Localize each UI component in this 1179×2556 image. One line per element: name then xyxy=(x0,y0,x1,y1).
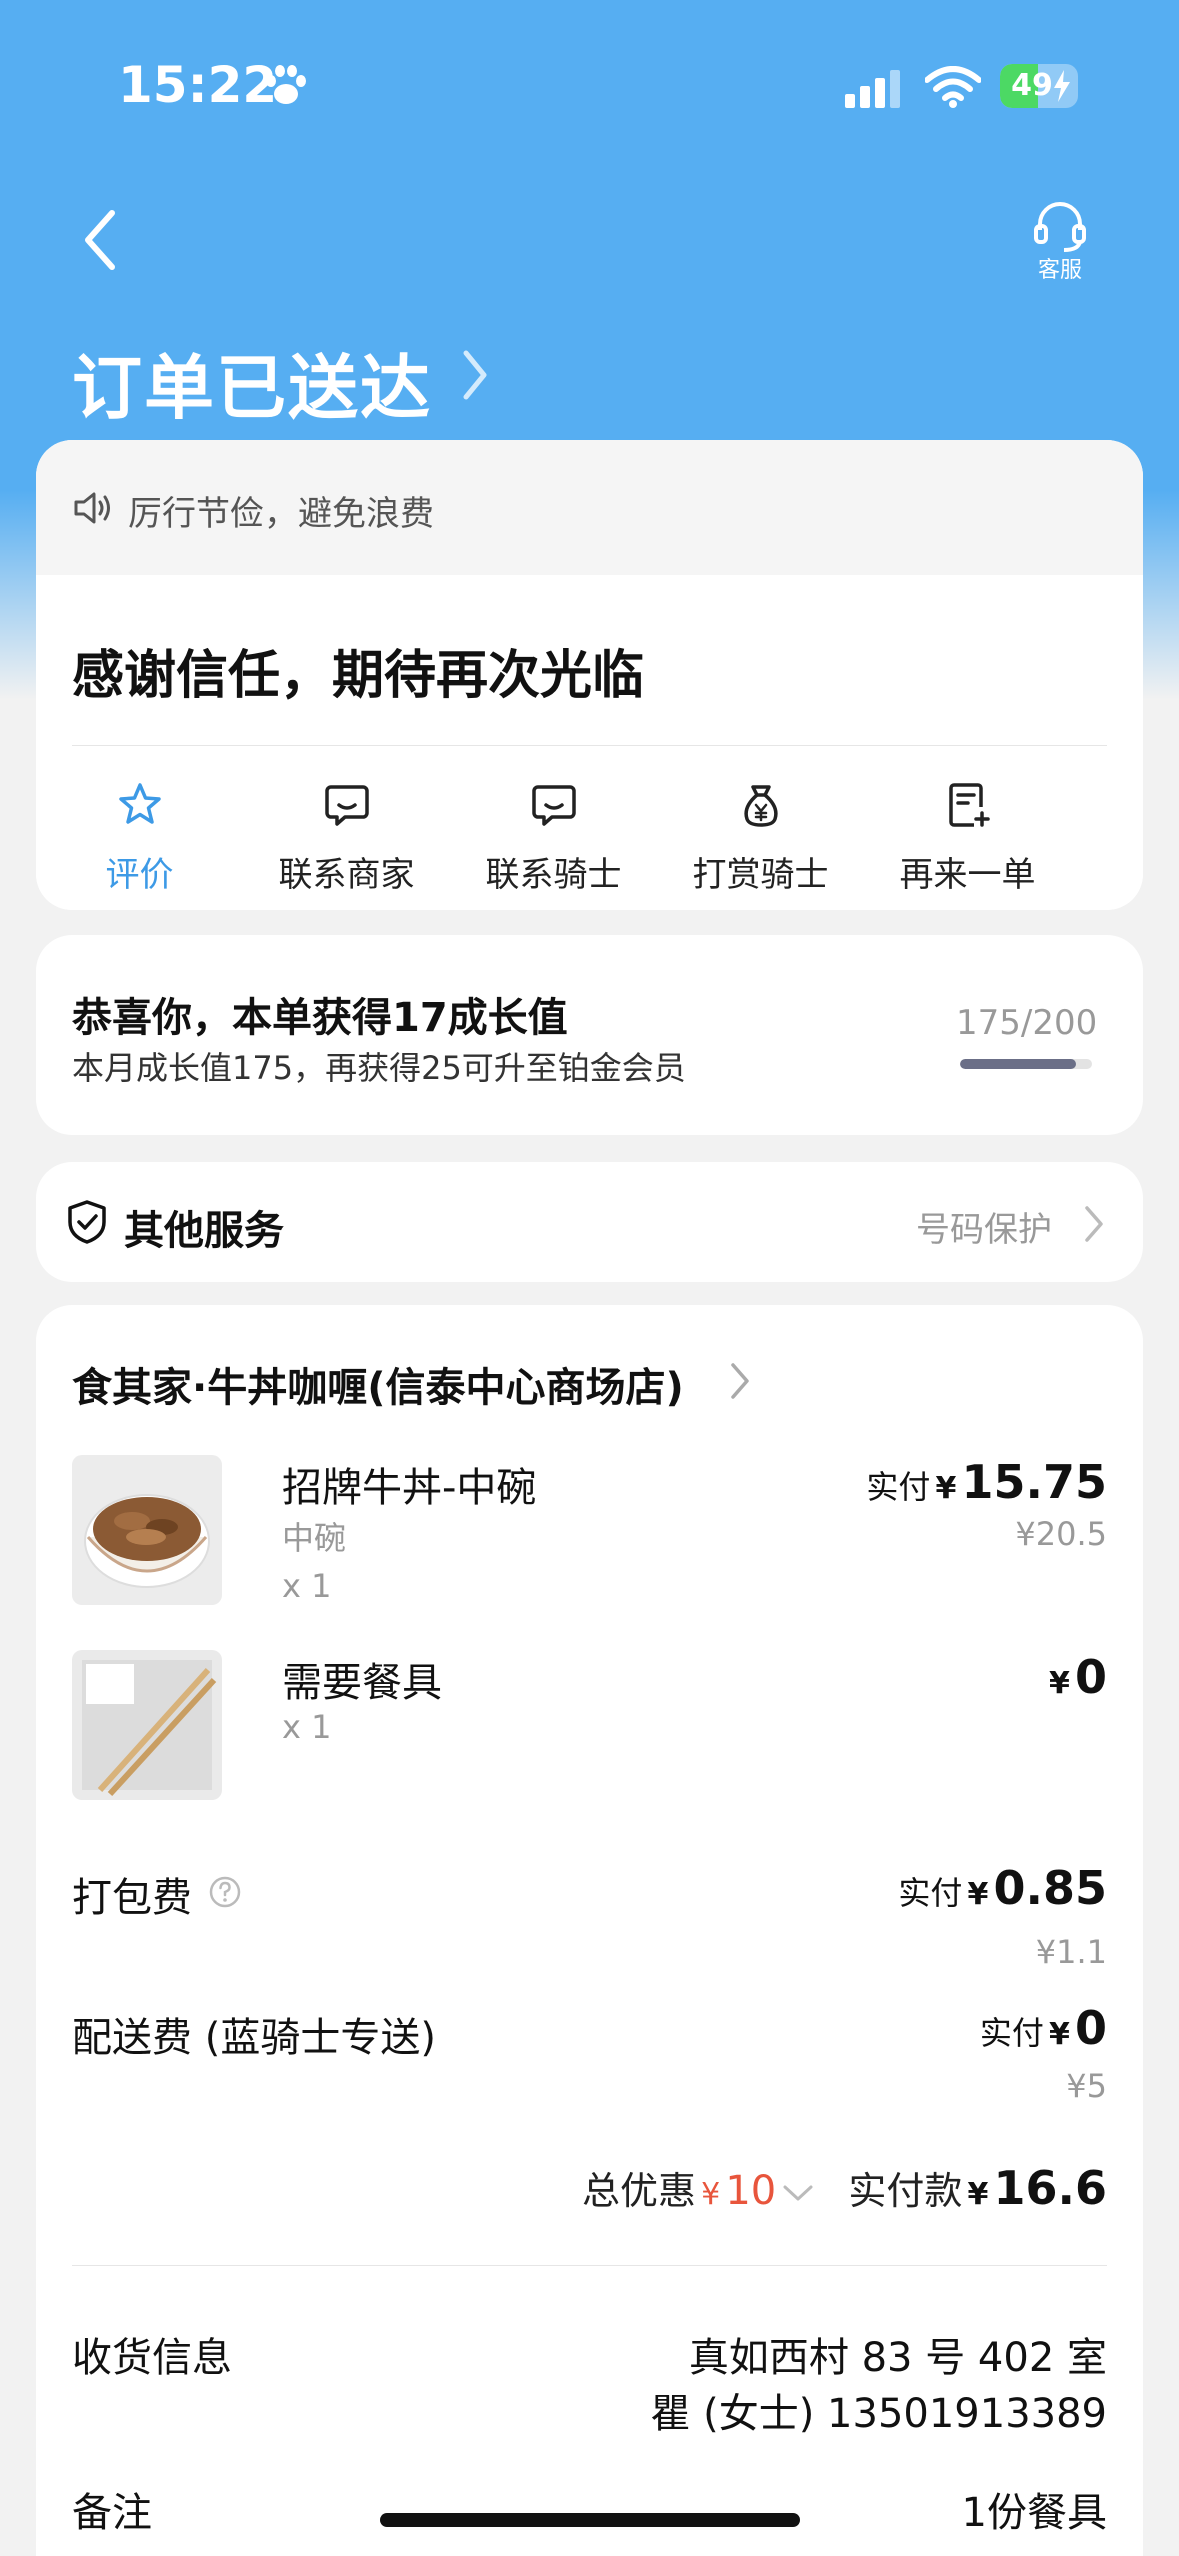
order-item[interactable]: 需要餐具 x 1 ¥ 0 xyxy=(72,1650,1107,1810)
delivery-address: 真如西村 83 号 402 室 xyxy=(688,2335,1107,2381)
original-price: ¥5 xyxy=(1066,2067,1107,2105)
customer-service-label: 客服 xyxy=(1037,258,1082,283)
contact-merchant-label: 联系商家 xyxy=(278,855,415,895)
back-button[interactable] xyxy=(80,205,140,285)
discount-label: 总优惠 xyxy=(582,2169,697,2213)
contact-rider-button[interactable]: 联系骑士 xyxy=(450,755,657,905)
reorder-button[interactable]: 再来一单 xyxy=(864,755,1071,905)
packing-fee-row: 打包费 实付 ¥ 0.85 ¥1.1 xyxy=(72,1861,1107,1981)
item-quantity: x 1 xyxy=(282,1708,332,1746)
home-indicator[interactable] xyxy=(380,2513,800,2527)
item-price: 实付 ¥ 15.75 xyxy=(866,1455,1107,1509)
currency-symbol: ¥ xyxy=(935,1471,957,1506)
tip-rider-label: 打赏骑士 xyxy=(692,855,829,895)
reorder-icon xyxy=(949,783,990,827)
charging-bolt-icon xyxy=(1054,70,1070,102)
star-icon xyxy=(119,783,161,824)
thanks-section: 感谢信任，期待再次光临 评价 联系商家 联系骑士 打赏骑士 再来一单 xyxy=(36,575,1143,910)
chat-icon xyxy=(325,785,369,826)
delivery-info-label: 收货信息 xyxy=(72,2335,232,2381)
chevron-right-icon[interactable] xyxy=(728,1361,752,1401)
currency-symbol: ¥ xyxy=(1049,1666,1070,1701)
total-paid-amount: 16.6 xyxy=(993,2161,1108,2215)
status-bar: 15:22 49 xyxy=(0,0,1179,170)
paid-label: 实付 xyxy=(898,1874,963,1912)
notice-banner: 厉行节俭，避免浪费 xyxy=(36,440,1143,575)
growth-title: 恭喜你，本单获得17成长值 xyxy=(72,995,568,1041)
chevron-right-icon xyxy=(1085,1206,1103,1242)
original-price: ¥20.5 xyxy=(1015,1515,1107,1553)
notice-text: 厉行节俭，避免浪费 xyxy=(128,494,434,534)
growth-progress-text: 175/200 xyxy=(956,1003,1098,1043)
paid-amount: 0 xyxy=(1074,1650,1107,1704)
item-quantity: x 1 xyxy=(282,1567,332,1605)
chevron-right-icon[interactable] xyxy=(460,345,490,405)
beef-bowl-image xyxy=(72,1455,222,1605)
contact-rider-label: 联系骑士 xyxy=(485,855,622,895)
growth-card[interactable]: 恭喜你，本单获得17成长值 本月成长值175，再获得25可升至铂金会员 175/… xyxy=(36,935,1143,1135)
battery-icon: 49 xyxy=(1000,64,1078,108)
money-bag-icon xyxy=(744,785,778,827)
chat-icon xyxy=(532,785,576,826)
speaker-icon xyxy=(74,492,110,524)
customer-service-button[interactable]: 客服 xyxy=(1020,200,1100,290)
order-detail-card: 食其家·牛丼咖喱(信泰中心商场店) 招牌牛丼-中碗 中碗 x 1 实付 ¥ 15… xyxy=(36,1305,1143,2556)
order-status-title[interactable]: 订单已送达 xyxy=(72,332,432,433)
tip-rider-button[interactable]: 打赏骑士 xyxy=(657,755,864,905)
growth-progress-fill xyxy=(960,1059,1077,1069)
wifi-icon xyxy=(925,66,981,108)
discount-currency: ¥ xyxy=(701,2177,721,2212)
divider xyxy=(72,745,1107,746)
tableware-image xyxy=(72,1650,222,1800)
action-bar: 评价 联系商家 联系骑士 打赏骑士 再来一单 xyxy=(36,755,1143,905)
paid-label: 实付 xyxy=(979,2014,1044,2052)
paid-amount: 0 xyxy=(1074,2001,1107,2055)
remark-label: 备注 xyxy=(72,2490,152,2536)
growth-progress-bar xyxy=(960,1059,1092,1069)
paid-amount: 15.75 xyxy=(961,1455,1107,1509)
total-currency: ¥ xyxy=(967,2177,989,2212)
rate-label: 评价 xyxy=(105,855,174,895)
phone-protection-link[interactable]: 号码保护 xyxy=(916,1202,1052,1251)
currency-symbol: ¥ xyxy=(967,1877,989,1912)
shield-icon xyxy=(68,1200,106,1244)
order-totals: 总优惠 ¥ 10 实付款 ¥ 16.6 xyxy=(582,2160,1107,2215)
reorder-label: 再来一单 xyxy=(899,855,1036,895)
contact-merchant-button[interactable]: 联系商家 xyxy=(243,755,450,905)
store-name[interactable]: 食其家·牛丼咖喱(信泰中心商场店) xyxy=(72,1355,684,1413)
packing-fee-label: 打包费 xyxy=(72,1875,192,1921)
chevron-left-icon xyxy=(85,210,115,270)
help-icon[interactable] xyxy=(208,1875,242,1909)
order-summary-card: 厉行节俭，避免浪费 感谢信任，期待再次光临 评价 联系商家 联系骑士 打赏骑士 … xyxy=(36,440,1143,910)
paid-amount: 0.85 xyxy=(993,1861,1108,1915)
delivery-fee-label: 配送费 (蓝骑士专送) xyxy=(72,2015,436,2061)
item-price: ¥ 0 xyxy=(1049,1650,1107,1704)
paw-icon xyxy=(266,65,306,104)
delivery-contact: 瞿 (女士) 13501913389 xyxy=(650,2391,1107,2437)
discount-toggle[interactable]: 总优惠 ¥ 10 xyxy=(582,2168,820,2214)
item-spec: 中碗 xyxy=(282,1519,347,1557)
currency-symbol: ¥ xyxy=(1049,2017,1070,2052)
item-name: 需要餐具 xyxy=(282,1660,442,1706)
rate-button[interactable]: 评价 xyxy=(36,755,243,905)
other-services-card[interactable]: 其他服务 号码保护 xyxy=(36,1162,1143,1282)
discount-amount: 10 xyxy=(725,2168,777,2214)
headset-icon xyxy=(1034,202,1086,252)
delivery-fee-price: 实付 ¥ 0 xyxy=(980,2001,1107,2055)
growth-subtitle: 本月成长值175，再获得25可升至铂金会员 xyxy=(72,1049,686,1087)
thanks-message: 感谢信任，期待再次光临 xyxy=(72,646,645,706)
order-item[interactable]: 招牌牛丼-中碗 中碗 x 1 实付 ¥ 15.75 ¥20.5 xyxy=(72,1455,1107,1615)
delivery-fee-row: 配送费 (蓝骑士专送) 实付 ¥ 0 ¥5 xyxy=(72,2001,1107,2121)
paid-label: 实付 xyxy=(866,1468,931,1506)
original-price: ¥1.1 xyxy=(1035,1933,1107,1971)
divider xyxy=(72,2265,1107,2266)
total-paid-label: 实付款 xyxy=(848,2169,963,2213)
chevron-down-icon xyxy=(783,2185,813,2201)
other-services-title: 其他服务 xyxy=(124,1208,284,1254)
remark-value: 1份餐具 xyxy=(961,2490,1107,2536)
status-time: 15:22 xyxy=(118,56,278,114)
packing-fee-price: 实付 ¥ 0.85 xyxy=(898,1861,1107,1915)
signal-icon xyxy=(845,70,900,108)
item-name: 招牌牛丼-中碗 xyxy=(282,1465,537,1511)
